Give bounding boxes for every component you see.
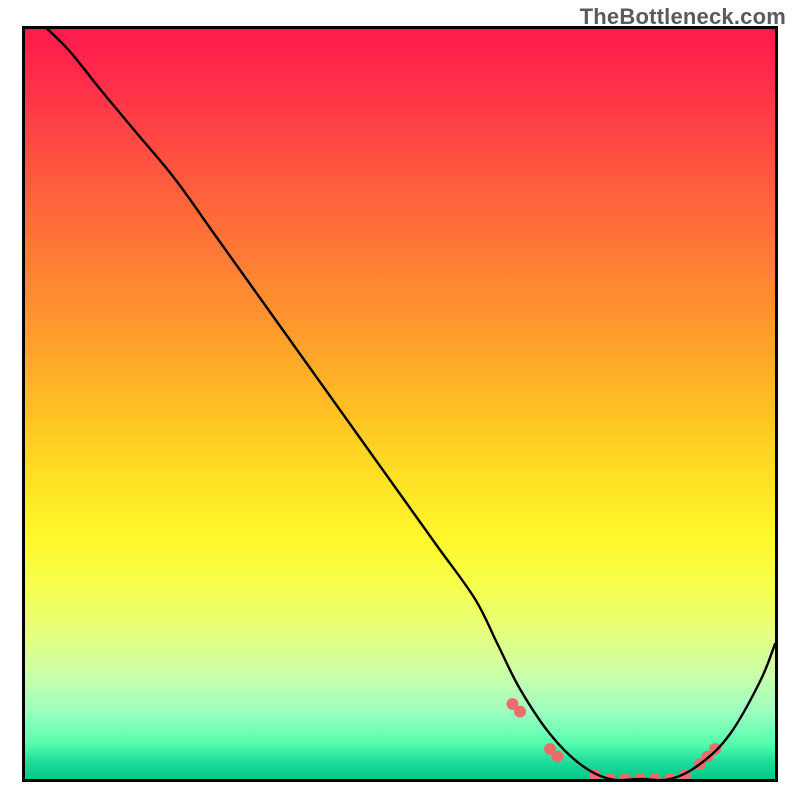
plot-area xyxy=(22,26,778,782)
chart-frame: TheBottleneck.com xyxy=(0,0,800,800)
data-marker xyxy=(552,751,564,763)
gradient-background xyxy=(25,29,775,779)
bottleneck-chart xyxy=(25,29,775,779)
data-marker xyxy=(709,743,721,755)
data-marker xyxy=(514,706,526,718)
